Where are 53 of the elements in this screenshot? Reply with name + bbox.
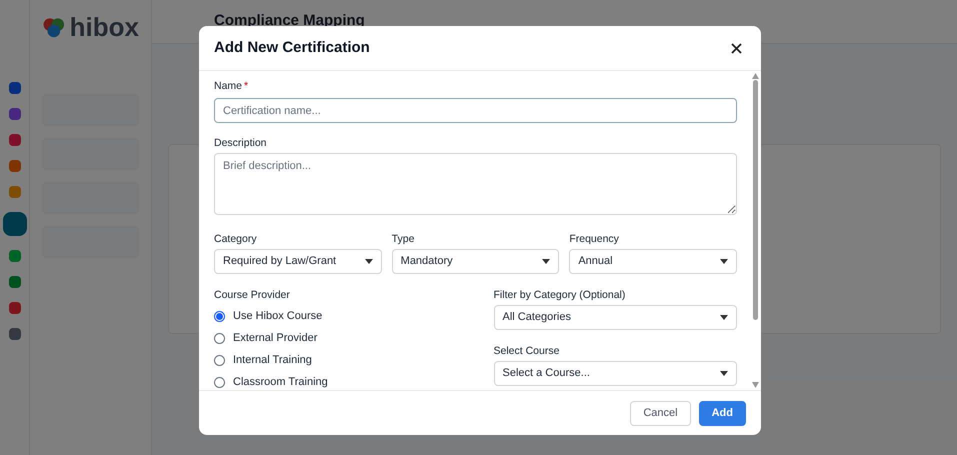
field-label: Category [214,232,258,245]
radio-label[interactable]: External Provider [233,330,318,346]
radio-label[interactable]: Internal Training [233,352,312,368]
nav-icon[interactable] [8,328,20,340]
caret-icon [364,259,373,264]
radio-button[interactable] [214,310,225,322]
select-value: Select a Course... [502,366,590,382]
nav-icon[interactable] [8,160,20,172]
logo-text: hibox [70,14,139,40]
select-value: Annual [578,254,613,270]
nav-icon[interactable] [8,250,20,262]
field-label: Select Course [494,344,560,357]
caret-icon [542,259,550,264]
scrollbar-thumb[interactable] [753,80,758,320]
scroll-down-icon[interactable] [752,382,759,388]
required-mark: * [244,78,248,94]
close-button[interactable] [729,41,743,55]
field-label: Course Provider [214,288,291,301]
select-value: Required by Law/Grant [223,254,336,270]
select-value: Mandatory [400,254,453,270]
cancel-button[interactable]: Cancel [630,400,691,426]
description-textarea[interactable]: Brief description... [214,153,737,215]
select-dropdown[interactable]: Select a Course... [494,361,737,386]
nav-icon[interactable] [8,82,20,94]
field-label: Filter by Category (Optional) [494,288,626,301]
nav-icon[interactable] [8,134,20,146]
nav-icon[interactable] [8,108,20,120]
select-dropdown[interactable]: Annual [569,249,737,274]
field-label: Frequency [569,232,620,245]
radio-label[interactable]: Use Hibox Course [233,308,322,324]
radio-button[interactable] [214,332,225,344]
select-dropdown[interactable]: Required by Law/Grant [214,249,382,274]
field-label: Description [214,136,268,149]
select-dropdown[interactable]: All Categories [494,305,737,330]
nav-icon[interactable] [8,276,20,288]
caret-icon [720,371,728,376]
field-label: Name [214,78,242,94]
nav-icon[interactable] [2,212,26,236]
add-button[interactable]: Add [698,400,746,426]
field-label: Type [392,232,416,245]
radio-button[interactable] [214,354,225,366]
caret-icon [720,315,728,320]
radio-label[interactable]: Classroom Training [233,374,328,390]
select-value: All Categories [502,310,571,326]
caret-icon [720,259,728,264]
name-input[interactable]: Certification name... [214,98,737,123]
close-icon [730,42,742,54]
nav-icon[interactable] [8,186,20,198]
radio-button[interactable] [214,376,225,388]
nav-icon[interactable] [8,302,20,314]
select-dropdown[interactable]: Mandatory [392,249,560,274]
scroll-up-icon[interactable] [752,73,759,79]
dialog-title: Add New Certification [214,38,370,58]
